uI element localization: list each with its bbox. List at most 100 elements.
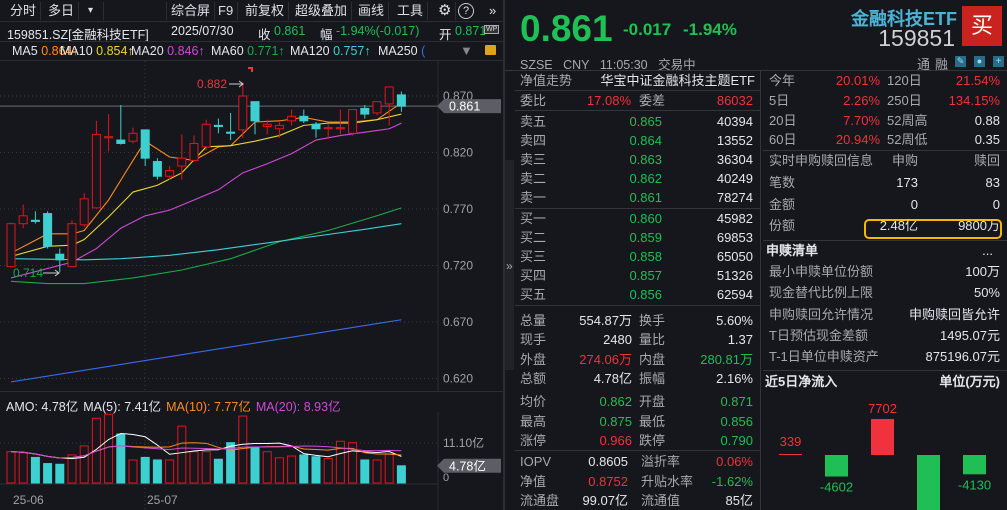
expand-icon[interactable]: »: [506, 259, 513, 273]
perf-value: 2.26%: [843, 92, 880, 108]
amount-bar[interactable]: [55, 463, 65, 484]
stat-value: 0.790: [720, 432, 753, 448]
amount-bar[interactable]: [323, 458, 333, 484]
ask-price: 0.861: [629, 190, 662, 205]
caret-down-icon[interactable]: ▾: [84, 2, 104, 20]
candle[interactable]: [348, 109, 358, 136]
amount-bar[interactable]: [6, 451, 16, 484]
draw-line-button[interactable]: 画线: [354, 2, 390, 20]
net-inflow-bar: [779, 454, 802, 455]
ma-value: 0.846↑: [167, 44, 205, 58]
chart-toolbar: 分时 多日 ▾ 综合屏 F9 前复权 超级叠加 画线 工具 ⚙ ? »: [0, 0, 503, 22]
candlestick-chart[interactable]: 0.8700.8200.7700.7200.6700.6200.8820.714…: [0, 61, 503, 391]
net-inflow-label: -4602: [820, 480, 853, 495]
close-label: 收: [258, 28, 271, 42]
question-icon[interactable]: ?: [458, 3, 474, 19]
more-icon[interactable]: ...: [982, 241, 993, 260]
creation-row-label: 笔数: [769, 175, 796, 190]
amount-bar[interactable]: [287, 455, 297, 484]
net-inflow-bar: [871, 419, 894, 455]
amount-bar[interactable]: [67, 454, 77, 484]
ask-volume: 40394: [716, 114, 753, 129]
amount-bar[interactable]: [311, 456, 321, 484]
kline-panel: 分时 多日 ▾ 综合屏 F9 前复权 超级叠加 画线 工具 ⚙ ? » 1598…: [0, 0, 505, 510]
amount-bar[interactable]: [104, 413, 114, 484]
amount-bar[interactable]: [274, 457, 284, 484]
bid-diff-value: 86032: [716, 93, 753, 108]
pcf-title: 申赎清单: [766, 243, 819, 258]
bid-ratio-value: 17.08%: [586, 93, 631, 108]
amount-bar[interactable]: [30, 456, 40, 484]
price-tick-label: 0.670: [443, 315, 473, 329]
stat-value: 1.37: [727, 332, 753, 348]
amount-bar[interactable]: [250, 447, 260, 484]
fund-stat-value: 85亿: [725, 493, 753, 508]
f9-button[interactable]: F9: [214, 2, 239, 20]
stat-label: 总量: [520, 313, 547, 328]
amount-bar[interactable]: [201, 451, 211, 484]
amount-bar[interactable]: [262, 451, 272, 484]
ask-price: 0.863: [629, 152, 662, 167]
net-inflow-label: 339: [780, 434, 802, 449]
overlay-button[interactable]: 超级叠加: [291, 2, 353, 20]
amount-bar[interactable]: [189, 451, 199, 484]
amount-bar[interactable]: [165, 459, 175, 484]
caret-down-icon[interactable]: ▼: [460, 43, 473, 58]
amount-bar[interactable]: [116, 433, 126, 484]
wp-badge-icon[interactable]: WP: [484, 25, 500, 34]
candle[interactable]: [201, 119, 211, 151]
lock-icon[interactable]: [485, 45, 496, 55]
candle[interactable]: [67, 220, 77, 268]
creation-col-redeem: 赎回: [973, 153, 1000, 168]
amount-bar[interactable]: [128, 459, 138, 484]
forward-adjust-button[interactable]: 前复权: [241, 2, 290, 20]
amount-bar[interactable]: [372, 459, 382, 484]
creation-title: 实时申购赎回信息: [769, 153, 874, 168]
amount-bar[interactable]: [299, 454, 309, 484]
composite-screen-button[interactable]: 综合屏: [166, 2, 216, 20]
creation-row-label: 份额: [769, 218, 796, 233]
amount-bar[interactable]: [360, 459, 370, 484]
perf-label: 60日: [769, 132, 797, 148]
gear-icon[interactable]: ⚙: [434, 2, 457, 20]
amount-bar[interactable]: [18, 452, 28, 484]
amount-bar[interactable]: [152, 459, 162, 484]
double-chevron-right-icon[interactable]: »: [485, 2, 500, 20]
amount-bar[interactable]: [213, 458, 223, 484]
tab-multiday[interactable]: 多日: [44, 2, 80, 20]
bell-icon[interactable]: ●: [974, 56, 985, 67]
candle[interactable]: [6, 222, 16, 268]
ask-level-label: 卖二: [520, 171, 547, 186]
amount-bar[interactable]: [79, 445, 89, 484]
perf-value: 0.35: [974, 132, 1000, 148]
open-label: 开: [439, 28, 452, 42]
bid-diff-label: 委差: [639, 93, 666, 108]
symbol-label: 159851.SZ[金融科技ETF]: [7, 28, 149, 42]
creation-redeem-value: 83: [985, 175, 1000, 190]
fund-stat-label: 流通盘: [520, 493, 560, 508]
tools-button[interactable]: 工具: [393, 2, 429, 20]
amount-bar[interactable]: [396, 465, 406, 484]
net-inflow-chart: 近5日净流入 单位(万元) 339 -4602 7702 -4130: [765, 374, 1000, 510]
tab-intraday[interactable]: 分时: [6, 2, 42, 20]
candle[interactable]: [43, 211, 53, 249]
stat-value: 280.81万: [700, 351, 753, 367]
pencil-icon[interactable]: ✎: [955, 56, 966, 67]
price-tick-label: 0.770: [443, 202, 473, 216]
candle[interactable]: [372, 101, 382, 116]
amount-bar[interactable]: [140, 456, 150, 484]
amount-bar[interactable]: [43, 463, 53, 484]
security-code: 159851: [878, 25, 955, 51]
amount-bar[interactable]: [177, 425, 187, 484]
ask-price: 0.864: [629, 133, 662, 148]
stat-label: 换手: [639, 313, 666, 328]
stat-value: 0.966: [599, 432, 632, 448]
candle[interactable]: [152, 158, 162, 180]
bid-volume: 65050: [716, 249, 753, 264]
amount-chart[interactable]: 11.10亿 04.78亿 25-06 25-07: [0, 412, 503, 510]
amount-bar[interactable]: [384, 453, 394, 484]
amount-bar[interactable]: [238, 415, 248, 484]
amount-tick-label: 11.10亿: [443, 435, 484, 450]
plus-icon[interactable]: +: [993, 56, 1004, 67]
buy-button[interactable]: 买: [962, 6, 1002, 46]
